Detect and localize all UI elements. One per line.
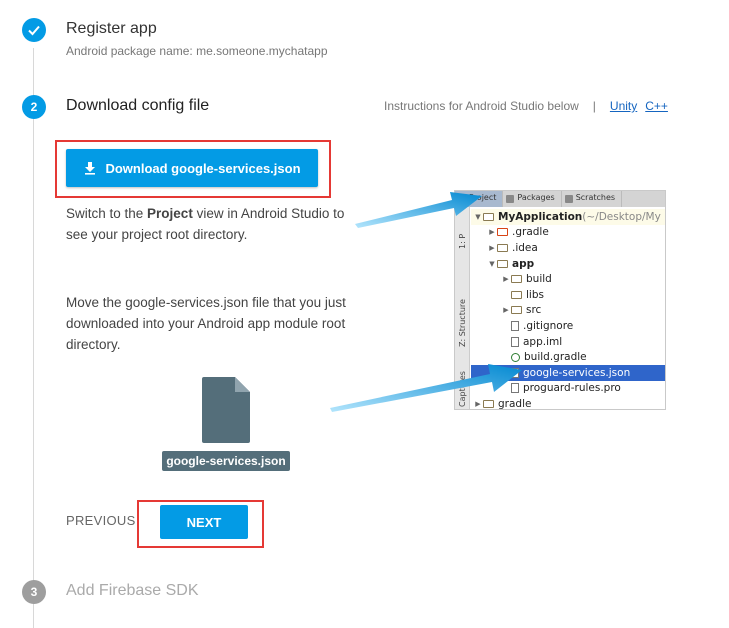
chevron-down-icon: ▼ — [489, 259, 495, 268]
json-file-icon — [202, 377, 250, 443]
folder-icon — [483, 212, 494, 221]
instruction-move-file: Move the google-services.json file that … — [66, 295, 346, 352]
instruction-switch-view: Switch to the Project view in Android St… — [66, 206, 345, 242]
tree-row-label: build.gradle — [524, 351, 587, 364]
tree-row[interactable]: ▶ build — [471, 271, 665, 287]
tree-row-label: gradle — [498, 397, 532, 410]
tree-row[interactable]: ▶ gradle — [471, 396, 665, 410]
tree-row[interactable]: app.iml — [471, 334, 665, 350]
tree-row-label: .gitignore — [523, 319, 574, 332]
next-button[interactable]: NEXT — [160, 505, 248, 539]
tree-row[interactable]: proguard-rules.pro — [471, 381, 665, 397]
download-button-label: Download google-services.json — [105, 160, 301, 176]
project-tree: ▼ MyApplication (~/Desktop/My ▶ .gradle ▶ .id… — [471, 209, 665, 410]
platform-instructions: Instructions for Android Studio below | … — [384, 99, 668, 113]
tree-row[interactable]: ▼ MyApplication (~/Desktop/My — [471, 209, 665, 225]
instructions-text: Instructions for Android Studio below — [384, 99, 579, 113]
tree-row-path: (~/Desktop/My — [582, 210, 661, 223]
file-icon — [511, 320, 519, 331]
tree-row[interactable]: ▶ src — [471, 303, 665, 319]
file-name-label: google-services.json — [162, 451, 290, 471]
step-title-add-sdk: Add Firebase SDK — [66, 582, 199, 599]
tree-row[interactable]: ▶ .idea — [471, 240, 665, 256]
tree-row-label: proguard-rules.pro — [523, 382, 621, 395]
tree-row-label: .gradle — [512, 226, 549, 239]
folder-icon — [511, 306, 522, 315]
project-keyword: Project — [147, 206, 193, 221]
side-label-captures: Captures — [458, 371, 467, 407]
tree-row[interactable]: libs — [471, 287, 665, 303]
download-icon — [85, 162, 96, 175]
check-icon — [28, 25, 40, 36]
tree-row-label: app — [512, 257, 535, 270]
folder-icon — [511, 290, 522, 299]
side-label-structure: Z: Structure — [458, 299, 467, 347]
tree-row-label: libs — [526, 288, 544, 301]
tree-row[interactable]: google-services.json — [471, 364, 665, 381]
previous-button[interactable]: PREVIOUS — [66, 513, 136, 528]
cpp-link[interactable]: C++ — [645, 99, 668, 113]
folder-icon — [497, 259, 508, 268]
step-number-badge: 2 — [22, 95, 46, 119]
chevron-right-icon: ▶ — [503, 306, 509, 315]
step-complete-badge — [22, 18, 46, 42]
step-number-badge-3: 3 — [22, 580, 46, 604]
tree-row-label: app.iml — [523, 335, 563, 348]
tree-row[interactable]: .gitignore — [471, 318, 665, 334]
unity-link[interactable]: Unity — [610, 99, 637, 113]
chevron-down-icon: ▼ — [475, 212, 481, 221]
tree-row[interactable]: build.gradle — [471, 349, 665, 365]
folder-icon — [511, 275, 522, 284]
file-icon — [511, 367, 519, 378]
gradle-icon — [511, 352, 520, 362]
tree-row[interactable]: ▼ app — [471, 256, 665, 272]
android-studio-project-panel: Project Packages Scratches 1: P Z: Struc… — [454, 190, 666, 410]
tree-row-label: google-services.json — [523, 366, 631, 379]
ide-tab-packages: Packages — [503, 191, 562, 207]
ide-side-toolbar: 1: P Z: Structure Captures — [455, 207, 470, 409]
chevron-right-icon: ▶ — [475, 399, 481, 408]
file-icon — [511, 336, 519, 347]
chevron-right-icon: ▶ — [489, 228, 495, 237]
tree-row-label: MyApplication — [498, 210, 583, 223]
stepper-rail — [33, 48, 34, 628]
chevron-right-icon: ▶ — [489, 243, 495, 252]
step-title-register-app: Register app — [66, 20, 157, 37]
download-config-button[interactable]: Download google-services.json — [66, 149, 318, 187]
separator: | — [592, 99, 596, 113]
tree-row-label: src — [526, 304, 542, 317]
file-icon — [511, 383, 519, 394]
folder-icon — [497, 243, 508, 252]
folder-icon — [497, 228, 508, 237]
side-label-project: 1: P — [458, 233, 467, 249]
tree-row-label: .idea — [512, 241, 538, 254]
ide-tab-scratches: Scratches — [562, 191, 623, 207]
folder-icon — [483, 399, 494, 408]
tree-row-label: build — [526, 273, 552, 286]
step-title-download-config: Download config file — [66, 97, 210, 114]
chevron-right-icon: ▶ — [503, 275, 509, 284]
ide-tab-bar: Project Packages Scratches — [455, 191, 665, 207]
ide-tab-project: Project — [455, 191, 504, 207]
step-subtitle-package-name: Android package name: me.someone.mychata… — [66, 44, 328, 58]
tree-row[interactable]: ▶ .gradle — [471, 225, 665, 241]
